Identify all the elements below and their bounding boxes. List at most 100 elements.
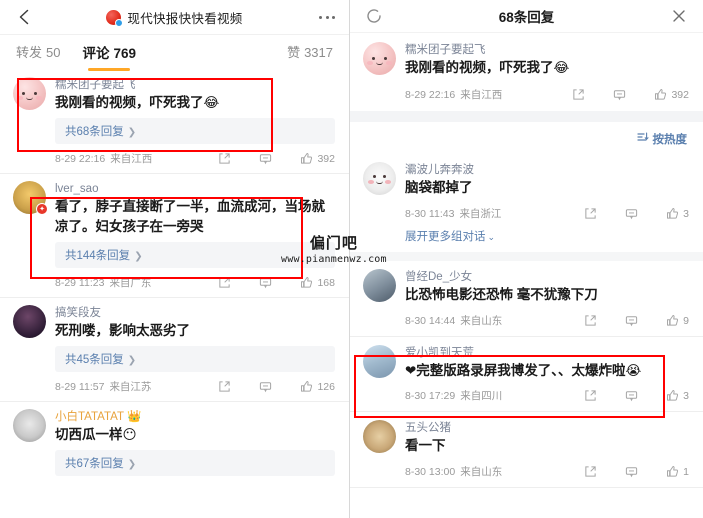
like-count: 168 [317,276,335,289]
verified-badge-icon: ✦ [36,203,48,215]
reply-item[interactable]: 曾经De_少女 比恐怖电影还恐怖 毫不犹豫下刀 [350,261,703,305]
reply-item[interactable]: 灞波儿奔奔波 脑袋都掉了 [350,155,703,198]
share-icon[interactable] [572,88,585,101]
reply-author[interactable]: 曾经De_少女 [405,269,689,285]
close-icon[interactable] [669,6,689,26]
like-button[interactable]: 3 [666,389,689,402]
share-icon[interactable] [218,276,231,289]
comment-icon[interactable] [625,389,638,402]
comment-source: 来自广东 [109,277,152,289]
reply-meta: 8-30 11:43 来自浙江 3 [350,198,703,224]
reply-count-link[interactable]: 共67条回复 ❯ [55,450,335,476]
avatar[interactable] [363,345,396,378]
like-button[interactable]: 126 [300,380,335,393]
like-count: 392 [317,152,335,165]
comment-text: 切西瓜一样😶 [55,427,137,442]
sort-label: 按热度 [652,133,688,146]
avatar[interactable] [363,42,396,75]
like-button[interactable]: 1 [666,465,689,478]
comment-author[interactable]: lver_sao [55,181,335,197]
share-icon[interactable] [218,380,231,393]
comment-item[interactable]: 搞笑段友 死刑喽，影响太恶劣了 共45条回复 ❯ [0,298,349,372]
reply-text: 我刚看的视频，吓死我了😂 [405,60,570,75]
reply-time: 8-30 17:29 [405,389,456,402]
avatar[interactable] [363,162,396,195]
comment-meta: 8-29 22:16 来自江西 392 [0,144,349,174]
comment-icon[interactable] [625,207,638,220]
back-arrow-icon[interactable] [14,6,36,28]
comment-icon[interactable] [259,276,272,289]
tab-likes[interactable]: 赞 3317 [287,42,333,63]
brand-title: 现代快报快快看视频 [127,11,243,26]
reply-source: 来自四川 [460,390,503,402]
left-tabbar: 转发 50 评论 769 赞 3317 [0,34,349,71]
right-reply-list: 糯米团子要起飞 我刚看的视频，吓死我了😂 8-29 22:16 来自江西 392… [350,33,703,488]
like-count: 1 [683,465,689,478]
weibo-comments-panel: 现代快报快快看视频 转发 50 评论 769 赞 3317 糯米团子要起飞 我刚… [0,0,350,518]
comment-icon[interactable] [259,152,272,165]
reply-time: 8-30 13:00 [405,465,456,478]
comment-icon[interactable] [613,88,626,101]
comment-icon[interactable] [625,465,638,478]
avatar[interactable] [363,269,396,302]
chevron-right-icon: ❯ [127,355,137,366]
avatar[interactable] [13,409,46,442]
reply-item[interactable]: 爱小凯到天荒 ❤完整版路录屏我博发了、、太爆炸啦😭 [350,337,703,381]
reply-source: 来自江西 [460,89,503,101]
share-icon[interactable] [584,465,597,478]
comment-text: 我刚看的视频，吓死我了😂 [55,95,220,110]
replies-panel: 68条回复 糯米团子要起飞 我刚看的视频，吓死我了😂 8-29 22:16 来自… [350,0,703,518]
more-dots-icon[interactable] [319,15,335,19]
avatar[interactable] [13,305,46,338]
comment-icon[interactable] [259,380,272,393]
comment-item[interactable]: 小白TATATAT 👑 切西瓜一样😶 共67条回复 ❯ [0,402,349,476]
reply-item[interactable]: 五头公猪 看一下 [350,412,703,456]
reply-count-link[interactable]: 共45条回复 ❯ [55,346,335,372]
comment-author[interactable]: 小白TATATAT 👑 [55,409,335,425]
share-icon[interactable] [584,207,597,220]
reply-meta: 8-30 17:29 来自四川 3 [350,381,703,412]
reply-item[interactable]: 糯米团子要起飞 我刚看的视频，吓死我了😂 [350,33,703,78]
like-button[interactable]: 9 [666,314,689,327]
comment-time: 8-29 11:23 [55,276,105,289]
avatar[interactable] [13,77,46,110]
reply-count-link[interactable]: 共144条回复 ❯ [55,242,335,268]
like-button[interactable]: 392 [300,152,335,165]
avatar[interactable] [363,420,396,453]
tab-comments[interactable]: 评论 769 [82,42,136,71]
chevron-down-icon: ⌄ [487,232,496,242]
like-button[interactable]: 168 [300,276,335,289]
reply-text: 看一下 [405,438,446,453]
share-icon[interactable] [584,314,597,327]
like-button[interactable]: 392 [654,88,689,101]
reply-time: 8-30 11:43 [405,207,455,220]
sort-by-hot-button[interactable]: 按热度 [636,131,688,147]
share-icon[interactable] [218,152,231,165]
expand-more-conversations-link[interactable]: 展开更多组对话 ⌄ [350,224,703,252]
brand-block: 现代快报快快看视频 [0,0,349,34]
tab-forward[interactable]: 转发 50 [16,42,60,63]
reply-author[interactable]: 灞波儿奔奔波 [405,162,689,178]
left-comment-list: 糯米团子要起飞 我刚看的视频，吓死我了😂 共68条回复 ❯ 8-29 22:16 … [0,70,349,476]
comment-text: 死刑喽，影响太恶劣了 [55,323,190,338]
comment-author[interactable]: 搞笑段友 [55,305,335,321]
avatar[interactable]: ✦ [13,181,48,215]
comment-item[interactable]: ✦ lver_sao 看了，脖子直接断了一半，血流成河，当场就凉了。妇女孩子在一… [0,174,349,268]
comment-author[interactable]: 糯米团子要起飞 [55,77,335,93]
reply-count-link[interactable]: 共68条回复 ❯ [55,118,335,144]
comment-icon[interactable] [625,314,638,327]
refresh-icon[interactable] [364,6,384,26]
comment-meta: 8-29 11:57 来自江苏 126 [0,372,349,402]
comment-item[interactable]: 糯米团子要起飞 我刚看的视频，吓死我了😂 共68条回复 ❯ [0,70,349,144]
reply-author[interactable]: 五头公猪 [405,420,689,436]
share-icon[interactable] [584,389,597,402]
reply-author[interactable]: 爱小凯到天荒 [405,345,689,361]
sort-bar: 按热度 [350,122,703,155]
section-divider [350,111,703,122]
reply-time: 8-30 14:44 [405,314,456,327]
reply-author[interactable]: 糯米团子要起飞 [405,42,689,58]
section-divider [350,252,703,261]
chevron-right-icon: ❯ [127,127,137,138]
like-button[interactable]: 3 [666,207,689,220]
reply-text: 比恐怖电影还恐怖 毫不犹豫下刀 [405,287,598,302]
